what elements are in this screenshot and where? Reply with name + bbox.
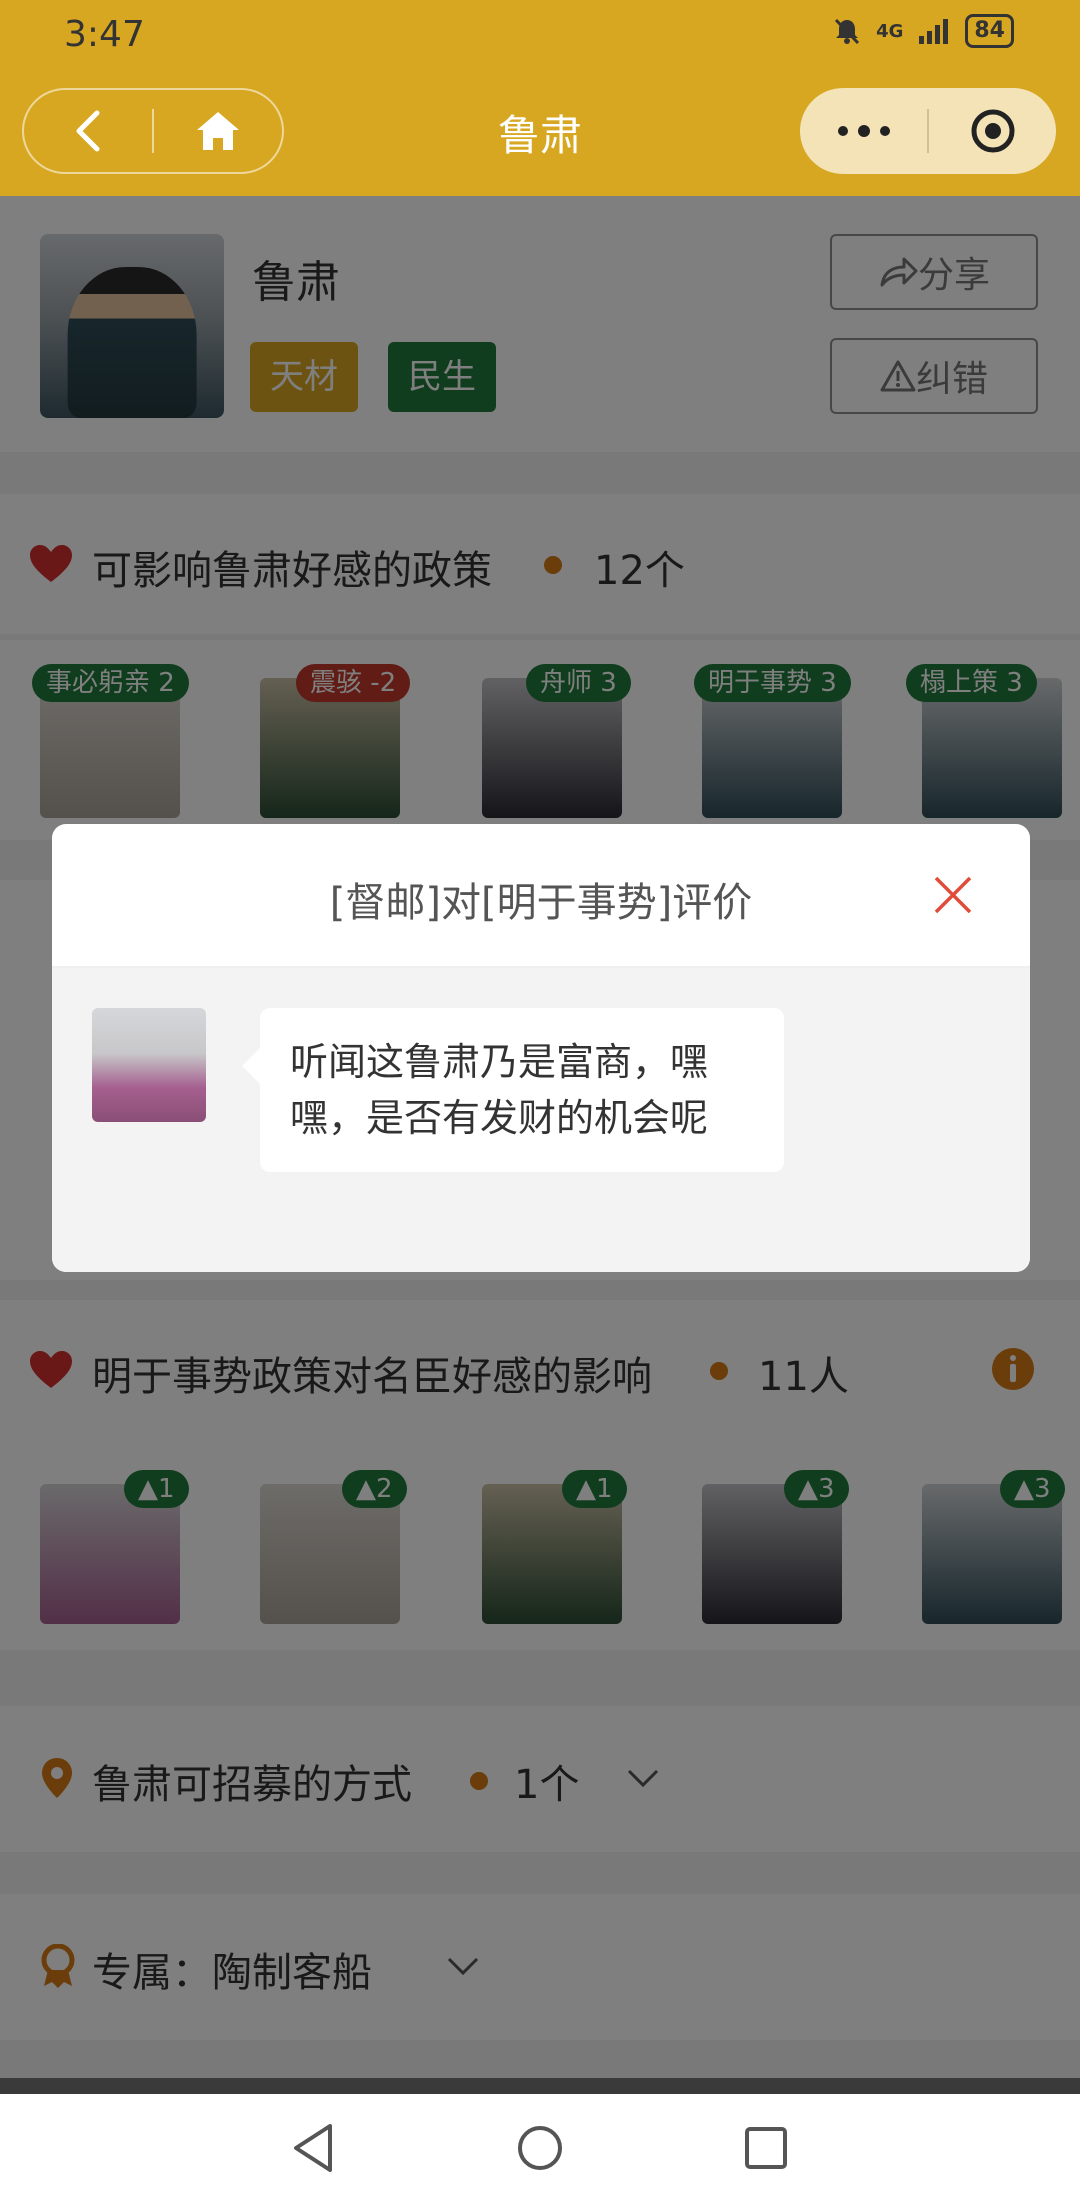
modal-body: 听闻这鲁肃乃是富商，嘿嘿，是否有发财的机会呢 [52,968,1030,1272]
more-dots-icon [837,125,890,137]
modal-header: [督邮]对[明于事势]评价 [52,824,1030,968]
comment-bubble: 听闻这鲁肃乃是富商，嘿嘿，是否有发财的机会呢 [242,1008,784,1172]
target-icon [971,109,1014,153]
status-icons: 4G 84 [832,14,1014,48]
page-footer-strip [0,2078,1080,2094]
more-button[interactable] [800,88,927,174]
status-time: 3:47 [64,14,145,55]
close-icon[interactable] [930,872,976,918]
network-label: 4G [876,20,904,42]
evaluation-modal: [督邮]对[明于事势]评价 听闻这鲁肃乃是富商，嘿嘿，是否有发财的机会呢 [52,824,1030,1272]
system-home-icon[interactable] [512,2120,568,2176]
top-bar: 3:47 4G 84 鲁肃 [0,0,1080,196]
mute-bell-icon [834,18,860,45]
speaker-avatar [92,1008,206,1122]
mini-program-capsule [800,88,1056,174]
signal-icon [919,19,949,44]
close-program-button[interactable] [929,88,1056,174]
system-back-icon[interactable] [286,2120,342,2176]
modal-title: [督邮]对[明于事势]评价 [329,880,753,926]
battery-indicator: 84 [965,14,1014,48]
system-navigation-bar [0,2094,1080,2204]
system-recents-icon[interactable] [738,2120,794,2176]
